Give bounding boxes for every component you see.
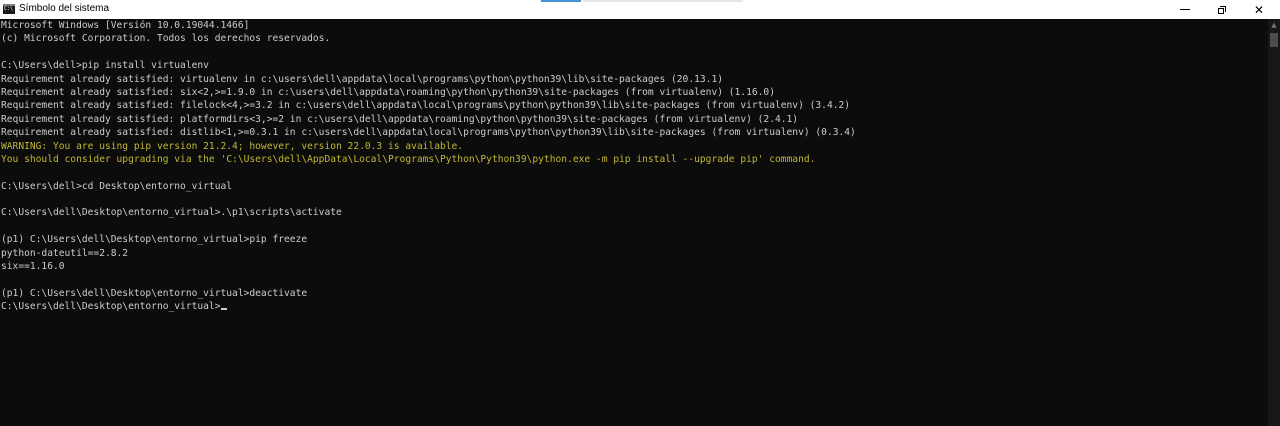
console-line: (p1) C:\Users\dell\Desktop\entorno_virtu…	[1, 287, 308, 299]
console-app-icon	[3, 4, 15, 14]
scroll-up-arrow-icon[interactable]: ▲	[1268, 19, 1280, 31]
console-line: C:\Users\dell>pip install virtualenv	[1, 60, 209, 72]
restore-icon	[1218, 5, 1226, 14]
vertical-scrollbar[interactable]: ▲	[1268, 19, 1280, 426]
console-line: Requirement already satisfied: virtualen…	[1, 73, 723, 85]
console-prompt-line[interactable]: C:\Users\dell\Desktop\entorno_virtual>	[1, 300, 1268, 313]
minimize-button[interactable]	[1168, 0, 1202, 19]
scrollbar-thumb[interactable]	[1270, 33, 1278, 47]
command-prompt-window: Símbolo del sistema ✕ Microsoft Windows …	[0, 0, 1280, 426]
console-line: Requirement already satisfied: six<2,>=1…	[1, 86, 775, 98]
console-line: C:\Users\dell\Desktop\entorno_virtual>.\…	[1, 207, 342, 219]
console-line: C:\Users\dell>cd Desktop\entorno_virtual	[1, 180, 233, 192]
console-line: (c) Microsoft Corporation. Todos los der…	[1, 33, 331, 45]
restore-button[interactable]	[1205, 0, 1239, 19]
console-output[interactable]: Microsoft Windows [Versión 10.0.19044.14…	[0, 19, 1268, 426]
console-line: six==1.16.0	[1, 261, 65, 273]
console-line: (p1) C:\Users\dell\Desktop\entorno_virtu…	[1, 234, 308, 246]
close-icon: ✕	[1253, 2, 1265, 17]
console-line: Requirement already satisfied: filelock<…	[1, 100, 851, 112]
console-line: python-dateutil==2.8.2	[1, 247, 129, 259]
close-button[interactable]: ✕	[1242, 0, 1276, 19]
console-line: Requirement already satisfied: platformd…	[1, 113, 799, 125]
text-cursor	[220, 308, 227, 311]
console-line: You should consider upgrading via the 'C…	[1, 153, 816, 165]
console-line: Microsoft Windows [Versión 10.0.19044.14…	[1, 20, 250, 31]
console-line: Requirement already satisfied: distlib<1…	[1, 127, 856, 139]
title-bar-accent-secondary	[583, 0, 743, 2]
title-bar[interactable]: Símbolo del sistema ✕	[0, 0, 1280, 19]
minimize-icon	[1180, 9, 1190, 10]
title-bar-accent	[541, 0, 581, 2]
prompt-text: C:\Users\dell\Desktop\entorno_virtual>	[1, 301, 221, 313]
window-title: Símbolo del sistema	[19, 3, 110, 14]
console-line: WARNING: You are using pip version 21.2.…	[1, 140, 464, 152]
